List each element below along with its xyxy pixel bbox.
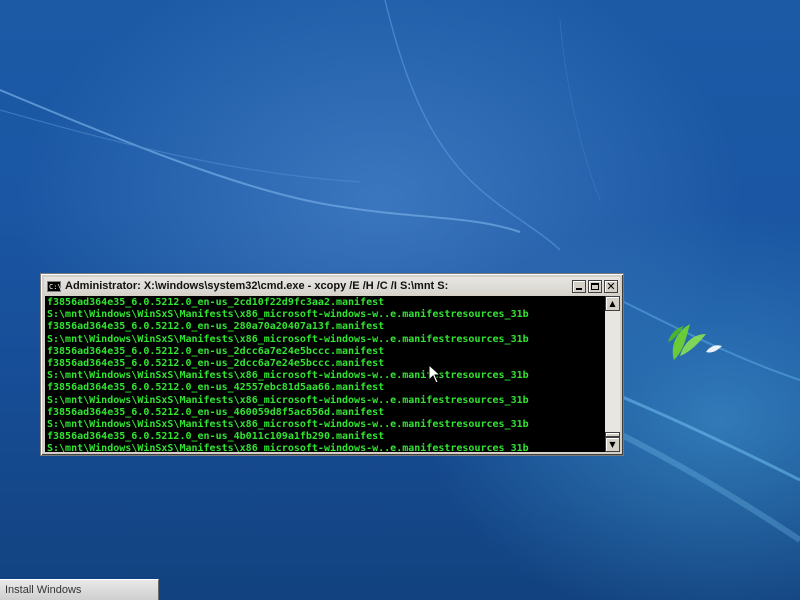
maximize-button[interactable] (588, 279, 602, 293)
console-line: f3856ad364e35_6.0.5212.0_en-us_460059d8f… (47, 406, 385, 418)
minimize-button[interactable] (572, 279, 586, 293)
scroll-up-button[interactable]: ▲ (605, 296, 620, 311)
window-title: Administrator: X:\windows\system32\cmd.e… (65, 280, 449, 292)
mouse-pointer-icon (428, 364, 442, 384)
cmd-window[interactable]: C:\ Administrator: X:\windows\system32\c… (40, 273, 624, 456)
console-line: f3856ad364e35_6.0.5212.0_en-us_2dcc6a7e2… (47, 345, 385, 357)
console-line: S:\mnt\Windows\WinSxS\Manifests\x86_micr… (47, 394, 529, 406)
console-line: f3856ad364e35_6.0.5212.0_en-us_2cd10f22d… (47, 297, 385, 308)
console-line: S:\mnt\Windows\WinSxS\Manifests\x86_micr… (47, 333, 529, 345)
console-line: f3856ad364e35_6.0.5212.0_en-us_2dcc6a7e2… (47, 357, 385, 369)
minimize-icon (576, 287, 582, 290)
desktop: C:\ Administrator: X:\windows\system32\c… (0, 0, 800, 600)
maximize-icon (591, 282, 599, 290)
cmd-icon: C:\ (47, 280, 62, 292)
close-icon: ✕ (606, 279, 616, 293)
console-line: f3856ad364e35_6.0.5212.0_en-us_42557ebc8… (47, 382, 385, 394)
console-line: S:\mnt\Windows\WinSxS\Manifests\x86_micr… (47, 418, 529, 430)
vertical-scrollbar[interactable]: ▲ ▼ (605, 296, 620, 452)
windows-fish-logo (668, 324, 722, 360)
close-button[interactable]: ✕ (604, 279, 618, 293)
scroll-down-button[interactable]: ▼ (605, 437, 620, 452)
console-line: S:\mnt\Windows\WinSxS\Manifests\x86_micr… (47, 443, 529, 452)
console-output[interactable]: f3856ad364e35_6.0.5212.0_en-us_2cd10f22d… (45, 296, 605, 452)
console-line: S:\mnt\Windows\WinSxS\Manifests\x86_micr… (47, 309, 529, 321)
console-line: S:\mnt\Windows\WinSxS\Manifests\x86_micr… (47, 370, 529, 382)
install-windows-taskbar-button[interactable]: Install Windows (0, 579, 159, 600)
console-line: f3856ad364e35_6.0.5212.0_en-us_4b011c109… (47, 431, 385, 443)
title-bar[interactable]: C:\ Administrator: X:\windows\system32\c… (44, 277, 620, 295)
console-line: f3856ad364e35_6.0.5212.0_en-us_280a70a20… (47, 321, 385, 333)
window-controls: ✕ (570, 279, 618, 293)
arrow-down-icon: ▼ (609, 440, 616, 449)
arrow-up-icon: ▲ (609, 299, 616, 308)
